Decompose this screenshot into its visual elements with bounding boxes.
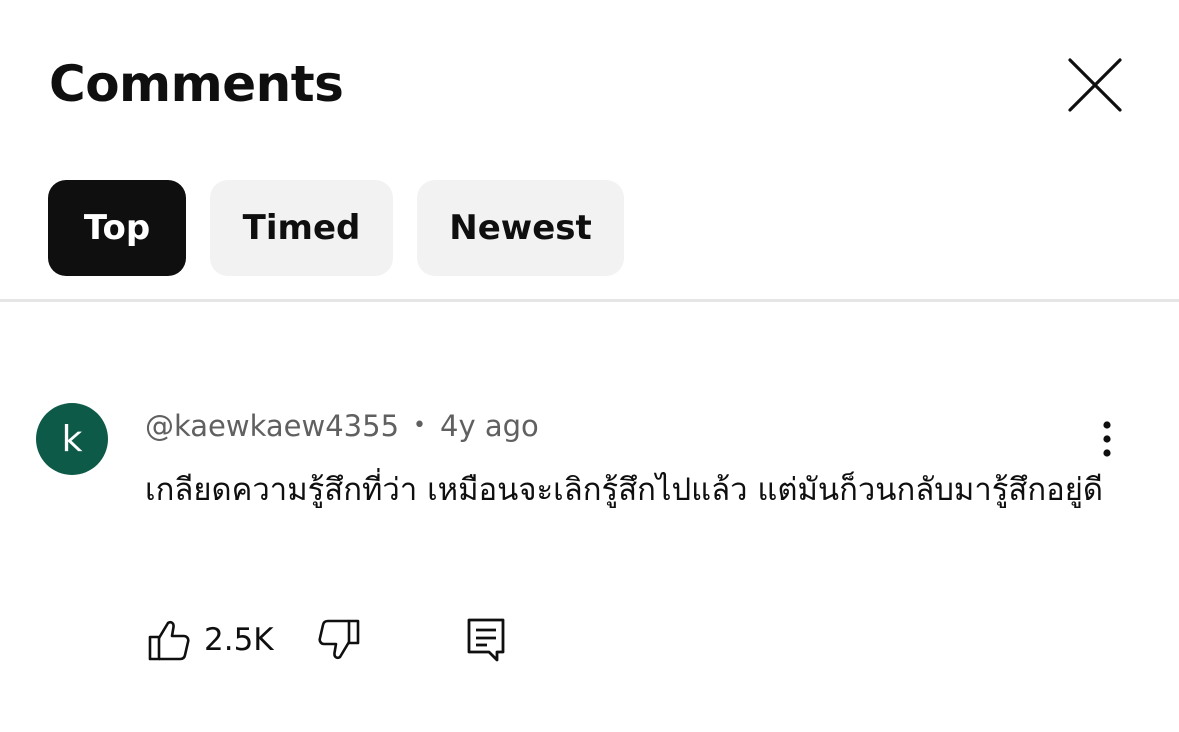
sort-chips: Top Timed Newest [48, 180, 624, 276]
reply-comment-icon [467, 618, 505, 662]
like-button[interactable] [142, 612, 196, 668]
reply-button[interactable] [462, 612, 510, 668]
close-icon [1068, 58, 1122, 112]
panel-title: Comments [49, 55, 344, 113]
comment-meta: @kaewkaew4355 • 4y ago [145, 406, 539, 446]
chip-timed[interactable]: Timed [210, 180, 393, 276]
meta-separator: • [413, 413, 427, 438]
comments-panel: Comments Top Timed Newest k @kaewkaew435… [0, 0, 1179, 732]
like-count: 2.5K [204, 622, 274, 658]
dislike-button[interactable] [312, 612, 366, 668]
close-button[interactable] [1058, 48, 1132, 122]
comment-time: 4y ago [440, 409, 539, 443]
more-vertical-icon [1103, 421, 1111, 457]
header-divider [0, 299, 1179, 302]
thumbs-up-icon [148, 620, 190, 661]
chip-top[interactable]: Top [48, 180, 186, 276]
avatar[interactable]: k [36, 403, 108, 475]
comment-author[interactable]: @kaewkaew4355 [145, 406, 399, 446]
thumbs-down-icon [318, 619, 360, 660]
comment-text: เกลียดความรู้สึกที่ว่า เหมือนจะเลิกรู้สึ… [145, 472, 1104, 508]
chip-newest[interactable]: Newest [417, 180, 624, 276]
more-button[interactable] [1082, 414, 1132, 464]
